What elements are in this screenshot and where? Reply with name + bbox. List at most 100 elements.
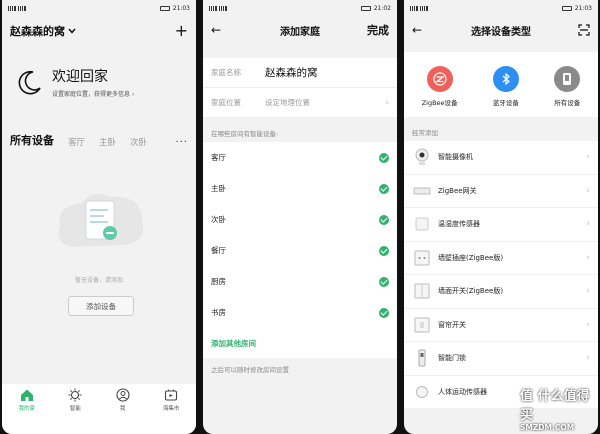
nav-me[interactable]: 我: [116, 388, 130, 412]
home-screen: 21:03 赵森森的窝 + 欢迎回家 设置家庭位置，获得更多信息 › 所有设备 …: [2, 0, 196, 434]
status-time: 21:03: [574, 4, 592, 12]
device-item[interactable]: 墙壁插座(ZigBee版) ›: [404, 242, 598, 275]
room-item[interactable]: 次卧: [203, 204, 397, 235]
room-hint: 之后可以随时修改房间设置: [211, 366, 289, 374]
frequent-section-label: 经常添加: [412, 129, 438, 137]
device-list: 智能摄像机 › ZigBee网关 › 温湿度传感器 › 墙壁插座(ZigBee版) › …: [404, 141, 598, 409]
done-button[interactable]: 完成: [367, 22, 389, 38]
home-name-label: 家庭名称: [211, 68, 241, 77]
room-item[interactable]: 餐厅: [203, 235, 397, 266]
room-item[interactable]: 客厅: [203, 142, 397, 173]
back-arrow-icon[interactable]: ←: [412, 23, 422, 37]
tab-second-bedroom[interactable]: 次卧: [130, 136, 147, 148]
device-name: 墙壁插座(ZigBee版): [438, 253, 504, 262]
check-icon[interactable]: [379, 245, 389, 256]
tab-master-bedroom[interactable]: 主卧: [99, 136, 116, 148]
empty-state-illustration: [58, 194, 144, 247]
zigbee-icon: [426, 66, 453, 92]
device-item[interactable]: 温湿度传感器 ›: [404, 208, 598, 242]
status-time: 21:03: [172, 4, 190, 12]
wall-switch-icon: [412, 281, 432, 301]
room-label: 次卧: [211, 215, 226, 224]
room-label: 主卧: [211, 184, 226, 193]
scan-icon[interactable]: [578, 24, 590, 36]
check-icon[interactable]: [379, 214, 389, 225]
home-form: 家庭名称 赵森森的窝 家庭位置 设定地理位置 ›: [203, 58, 397, 118]
device-icon: [554, 66, 581, 92]
bluetooth-icon: [492, 66, 519, 92]
connection-label: 蓝牙设备: [492, 99, 519, 107]
status-bar: 21:03: [404, 0, 598, 16]
status-bar: 21:02: [203, 0, 397, 16]
chevron-down-icon: [68, 28, 76, 34]
device-name: 智能门锁: [438, 354, 466, 363]
bottom-nav: 我的家 智能 我 海集市: [2, 384, 196, 434]
room-label: 客厅: [211, 153, 226, 162]
room-list: 客厅 主卧 次卧 餐厅 厨房 书房 添加其他房间: [203, 142, 397, 358]
rooms-section-label: 在哪些房间有智能设备:: [211, 130, 279, 138]
add-device-button[interactable]: 添加设备: [68, 296, 134, 316]
door-lock-icon: [412, 348, 432, 368]
check-icon[interactable]: [379, 307, 389, 318]
device-item[interactable]: 窗帘开关 ›: [404, 309, 598, 342]
watermark-top: 值 什么值得买: [520, 389, 590, 423]
home-selector[interactable]: 赵森森的窝: [10, 23, 76, 39]
room-label: 厨房: [211, 277, 226, 286]
device-item[interactable]: 智能门锁 ›: [404, 342, 598, 376]
welcome-subtitle[interactable]: 设置家庭位置，获得更多信息 ›: [52, 89, 134, 98]
room-label: 书房: [211, 308, 226, 317]
back-arrow-icon[interactable]: ←: [211, 23, 221, 37]
watermark: 值 什么值得买 SMZDM.COM: [520, 385, 600, 434]
home-location-field[interactable]: 设定地理位置: [265, 97, 385, 108]
curtain-switch-icon: [412, 315, 432, 335]
market-icon: [165, 389, 178, 401]
motion-sensor-icon: [412, 382, 432, 402]
home-location-row[interactable]: 家庭位置 设定地理位置 ›: [203, 88, 397, 118]
nav-market[interactable]: 海集市: [163, 388, 179, 412]
empty-state-text: 暂无设备，请添加: [74, 277, 123, 284]
connection-label: 所有设备: [554, 99, 581, 107]
bluetooth-devices-option[interactable]: 蓝牙设备: [492, 66, 519, 107]
all-devices-option[interactable]: 所有设备: [554, 66, 581, 107]
more-icon[interactable]: ···: [175, 137, 188, 148]
device-name: 窗帘开关: [438, 320, 466, 329]
user-icon: [116, 388, 130, 402]
welcome-banner[interactable]: 欢迎回家 设置家庭位置，获得更多信息 ›: [2, 42, 196, 98]
sun-icon: [68, 388, 82, 402]
status-time: 21:02: [373, 4, 391, 12]
home-location-label: 家庭位置: [211, 98, 241, 107]
room-tabs: 所有设备 客厅 主卧 次卧 ···: [2, 98, 196, 148]
device-item[interactable]: 墙面开关(ZigBee版) ›: [404, 275, 598, 309]
room-item[interactable]: 书房: [203, 297, 397, 328]
tab-all-devices[interactable]: 所有设备: [10, 132, 54, 148]
add-icon[interactable]: +: [175, 23, 188, 39]
nav-label: 我的家: [18, 406, 36, 412]
nav-label: 我: [119, 406, 126, 412]
room-label: 餐厅: [211, 246, 226, 255]
status-bar: 21:03: [2, 0, 196, 16]
room-item[interactable]: 主卧: [203, 173, 397, 204]
moon-icon: [18, 70, 41, 95]
chevron-right-icon: ›: [586, 152, 590, 163]
check-icon[interactable]: [379, 183, 389, 194]
chevron-right-icon: ›: [586, 319, 590, 330]
room-item[interactable]: 厨房: [203, 266, 397, 297]
home-name-row[interactable]: 家庭名称 赵森森的窝: [203, 58, 397, 88]
tab-living-room[interactable]: 客厅: [68, 136, 85, 148]
zigbee-devices-option[interactable]: ZigBee设备: [422, 66, 458, 107]
nav-label: 智能: [69, 406, 81, 412]
chevron-right-icon: ›: [586, 353, 590, 364]
chevron-right-icon: ›: [586, 185, 590, 196]
connection-types: ZigBee设备 蓝牙设备 所有设备: [404, 52, 598, 117]
add-other-room-button[interactable]: 添加其他房间: [203, 328, 397, 358]
nav-smart[interactable]: 智能: [68, 388, 82, 412]
device-name: 智能摄像机: [438, 153, 473, 162]
device-item[interactable]: ZigBee网关 ›: [404, 175, 598, 208]
home-name-field[interactable]: 赵森森的窝: [265, 65, 318, 80]
nav-my-home[interactable]: 我的家: [18, 388, 36, 412]
socket-icon: [412, 248, 432, 268]
check-icon[interactable]: [379, 276, 389, 287]
device-item[interactable]: 智能摄像机 ›: [404, 141, 598, 175]
check-icon[interactable]: [379, 152, 389, 163]
device-name: ZigBee网关: [438, 186, 477, 195]
